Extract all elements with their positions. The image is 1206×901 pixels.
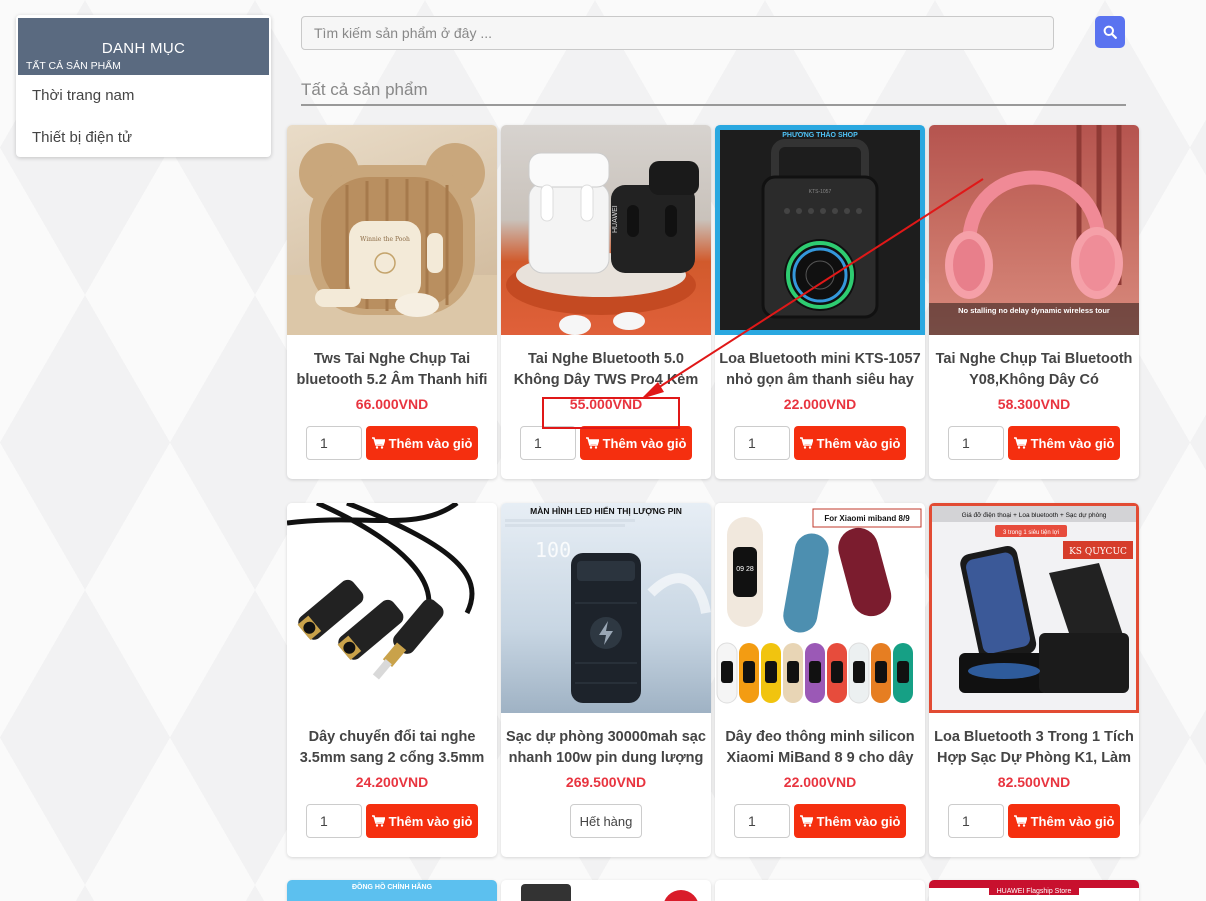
sidebar-header: DANH MỤC TẤT CẢ SẢN PHẨM xyxy=(18,18,269,75)
product-price: 66.000VND xyxy=(355,396,429,412)
product-image[interactable]: No stalling no delay dynamic wireless to… xyxy=(929,125,1139,335)
holder-banner: Giá đỡ điện thoại + Loa bluetooth + Sạc … xyxy=(962,512,1107,519)
headphone-caption: No stalling no delay dynamic wireless to… xyxy=(958,306,1110,315)
product-image[interactable]: Winnie the Pooh xyxy=(287,125,497,335)
add-to-cart-button[interactable]: Thêm vào giỏ xyxy=(794,426,906,460)
product-card[interactable]: HUAWEI Flagship Store xyxy=(929,880,1139,901)
row3-banner-4: HUAWEI Flagship Store xyxy=(989,888,1079,895)
add-to-cart-label: Thêm vào giỏ xyxy=(1030,813,1115,829)
add-to-cart-button[interactable]: Thêm vào giỏ xyxy=(580,426,692,460)
section-title: Tất cả sản phẩm xyxy=(301,80,1126,106)
product-name[interactable]: Tws Tai Nghe Chụp Tai bluetooth 5.2 Âm T… xyxy=(287,335,497,391)
search-button[interactable] xyxy=(1095,16,1125,48)
product-image[interactable]: PHƯƠNG THẢO SHOP KTS-1057 xyxy=(715,125,925,335)
add-to-cart-button[interactable]: Thêm vào giỏ xyxy=(366,426,478,460)
product-card[interactable]: MÀN HÌNH LED HIỂN THỊ LƯỢNG PIN 100 Sạc … xyxy=(501,503,711,857)
add-to-cart-label: Thêm vào giỏ xyxy=(816,435,901,451)
product-price: 58.300VND xyxy=(997,396,1071,412)
product-card[interactable]: No stalling no delay dynamic wireless to… xyxy=(929,125,1139,479)
search-bar xyxy=(301,16,1054,50)
product-grid: Winnie the Pooh Tws Tai Nghe Chụp Tai bl… xyxy=(287,125,1142,857)
product-price: 269.500VND xyxy=(565,774,647,790)
product-card[interactable]: Giá đỡ điện thoại + Loa bluetooth + Sạc … xyxy=(929,503,1139,857)
product-name[interactable]: Dây chuyển đổi tai nghe 3.5mm sang 2 cổn… xyxy=(287,713,497,769)
quantity-input[interactable] xyxy=(520,426,576,460)
cart-icon xyxy=(371,437,385,449)
product-actions: Thêm vào giỏ xyxy=(287,426,497,460)
product-image[interactable]: HUAWEI xyxy=(501,125,711,335)
product-image[interactable] xyxy=(287,503,497,713)
product-price: 22.000VND xyxy=(783,774,857,790)
add-to-cart-button[interactable]: Thêm vào giỏ xyxy=(1008,426,1120,460)
add-to-cart-label: Thêm vào giỏ xyxy=(816,813,901,829)
product-image[interactable]: Giá đỡ điện thoại + Loa bluetooth + Sạc … xyxy=(929,503,1139,713)
add-to-cart-label: Thêm vào giỏ xyxy=(602,435,687,451)
product-name[interactable]: Sạc dự phòng 30000mah sạc nhanh 100w pin… xyxy=(501,713,711,769)
speaker-shop-text: PHƯƠNG THẢO SHOP xyxy=(782,130,858,139)
product-grid-row-3: ĐỒNG HỒ CHÍNH HÃNG HUAWEI Flagship Store xyxy=(287,880,1142,901)
cart-icon xyxy=(799,437,813,449)
speaker-model-text: KTS-1057 xyxy=(809,189,832,195)
quantity-input[interactable] xyxy=(734,804,790,838)
product-card[interactable] xyxy=(501,880,711,901)
add-to-cart-button[interactable]: Thêm vào giỏ xyxy=(1008,804,1120,838)
product-card[interactable]: Winnie the Pooh Tws Tai Nghe Chụp Tai bl… xyxy=(287,125,497,479)
cart-icon xyxy=(585,437,599,449)
product-actions: Thêm vào giỏ xyxy=(501,426,711,460)
add-to-cart-button[interactable]: Thêm vào giỏ xyxy=(794,804,906,838)
category-sidebar: DANH MỤC TẤT CẢ SẢN PHẨM Thời trang nam … xyxy=(16,15,271,157)
quantity-input[interactable] xyxy=(306,804,362,838)
powerbank-banner: MÀN HÌNH LED HIỂN THỊ LƯỢNG PIN xyxy=(530,505,682,516)
add-to-cart-label: Thêm vào giỏ xyxy=(388,435,473,451)
quantity-input[interactable] xyxy=(948,426,1004,460)
product-actions: Thêm vào giỏ xyxy=(929,426,1139,460)
miband-tag: For Xiaomi miband 8/9 xyxy=(824,514,910,523)
product-actions: Thêm vào giỏ xyxy=(715,804,925,838)
sidebar-item-electronics[interactable]: Thiết bị điện tử xyxy=(16,117,271,157)
product-card[interactable] xyxy=(715,880,925,901)
product-actions: Thêm vào giỏ xyxy=(287,804,497,838)
powerbank-digits: 100 xyxy=(535,538,571,562)
product-actions: Thêm vào giỏ xyxy=(929,804,1139,838)
sidebar-item-men-fashion[interactable]: Thời trang nam xyxy=(16,75,271,117)
airpods-brand: HUAWEI xyxy=(612,205,619,233)
search-icon xyxy=(1103,25,1117,39)
cart-icon xyxy=(799,815,813,827)
product-name[interactable]: Dây đeo thông minh silicon Xiaomi MiBand… xyxy=(715,713,925,769)
holder-brand: KS QUYCUC xyxy=(1069,547,1127,557)
add-to-cart-label: Thêm vào giỏ xyxy=(388,813,473,829)
product-actions: Thêm vào giỏ xyxy=(715,426,925,460)
product-card[interactable]: PHƯƠNG THẢO SHOP KTS-1057 Loa Bluetooth … xyxy=(715,125,925,479)
holder-tag: 3 trong 1 siêu tiện lợi xyxy=(1003,530,1059,536)
row3-banner-1: ĐỒNG HỒ CHÍNH HÃNG xyxy=(351,884,433,891)
product-price: 24.200VND xyxy=(355,774,429,790)
quantity-input[interactable] xyxy=(734,426,790,460)
cart-icon xyxy=(1013,815,1027,827)
product-name[interactable]: Loa Bluetooth mini KTS-1057 nhỏ gọn âm t… xyxy=(715,335,925,391)
quantity-input[interactable] xyxy=(306,426,362,460)
sidebar-title: DANH MỤC xyxy=(101,40,186,57)
out-of-stock-button[interactable]: Hết hàng xyxy=(570,804,642,838)
product-actions: Hết hàng xyxy=(501,804,711,838)
product-name[interactable]: Tai Nghe Bluetooth 5.0 Không Dây TWS Pro… xyxy=(501,335,711,391)
product-card[interactable]: Dây chuyển đổi tai nghe 3.5mm sang 2 cổn… xyxy=(287,503,497,857)
product-card[interactable]: For Xiaomi miband 8/9 09 28 Dây đeo thôn… xyxy=(715,503,925,857)
product-image[interactable]: MÀN HÌNH LED HIỂN THỊ LƯỢNG PIN 100 xyxy=(501,503,711,713)
price-highlight-box xyxy=(542,397,680,429)
miband-time: 09 28 xyxy=(736,566,754,573)
product-price: 82.500VND xyxy=(997,774,1071,790)
cart-icon xyxy=(371,815,385,827)
cart-icon xyxy=(1013,437,1027,449)
product-image[interactable]: For Xiaomi miband 8/9 09 28 xyxy=(715,503,925,713)
product-card[interactable]: ĐỒNG HỒ CHÍNH HÃNG xyxy=(287,880,497,901)
earbuds-case-text: Winnie the Pooh xyxy=(360,236,410,243)
product-price: 22.000VND xyxy=(783,396,857,412)
product-name[interactable]: Tai Nghe Chụp Tai Bluetooth Y08,Không Dâ… xyxy=(929,335,1139,391)
sidebar-subtitle[interactable]: TẤT CẢ SẢN PHẨM xyxy=(26,60,121,72)
add-to-cart-label: Thêm vào giỏ xyxy=(1030,435,1115,451)
search-input[interactable] xyxy=(301,16,1054,50)
product-name[interactable]: Loa Bluetooth 3 Trong 1 Tích Hợp Sạc Dự … xyxy=(929,713,1139,769)
quantity-input[interactable] xyxy=(948,804,1004,838)
add-to-cart-button[interactable]: Thêm vào giỏ xyxy=(366,804,478,838)
